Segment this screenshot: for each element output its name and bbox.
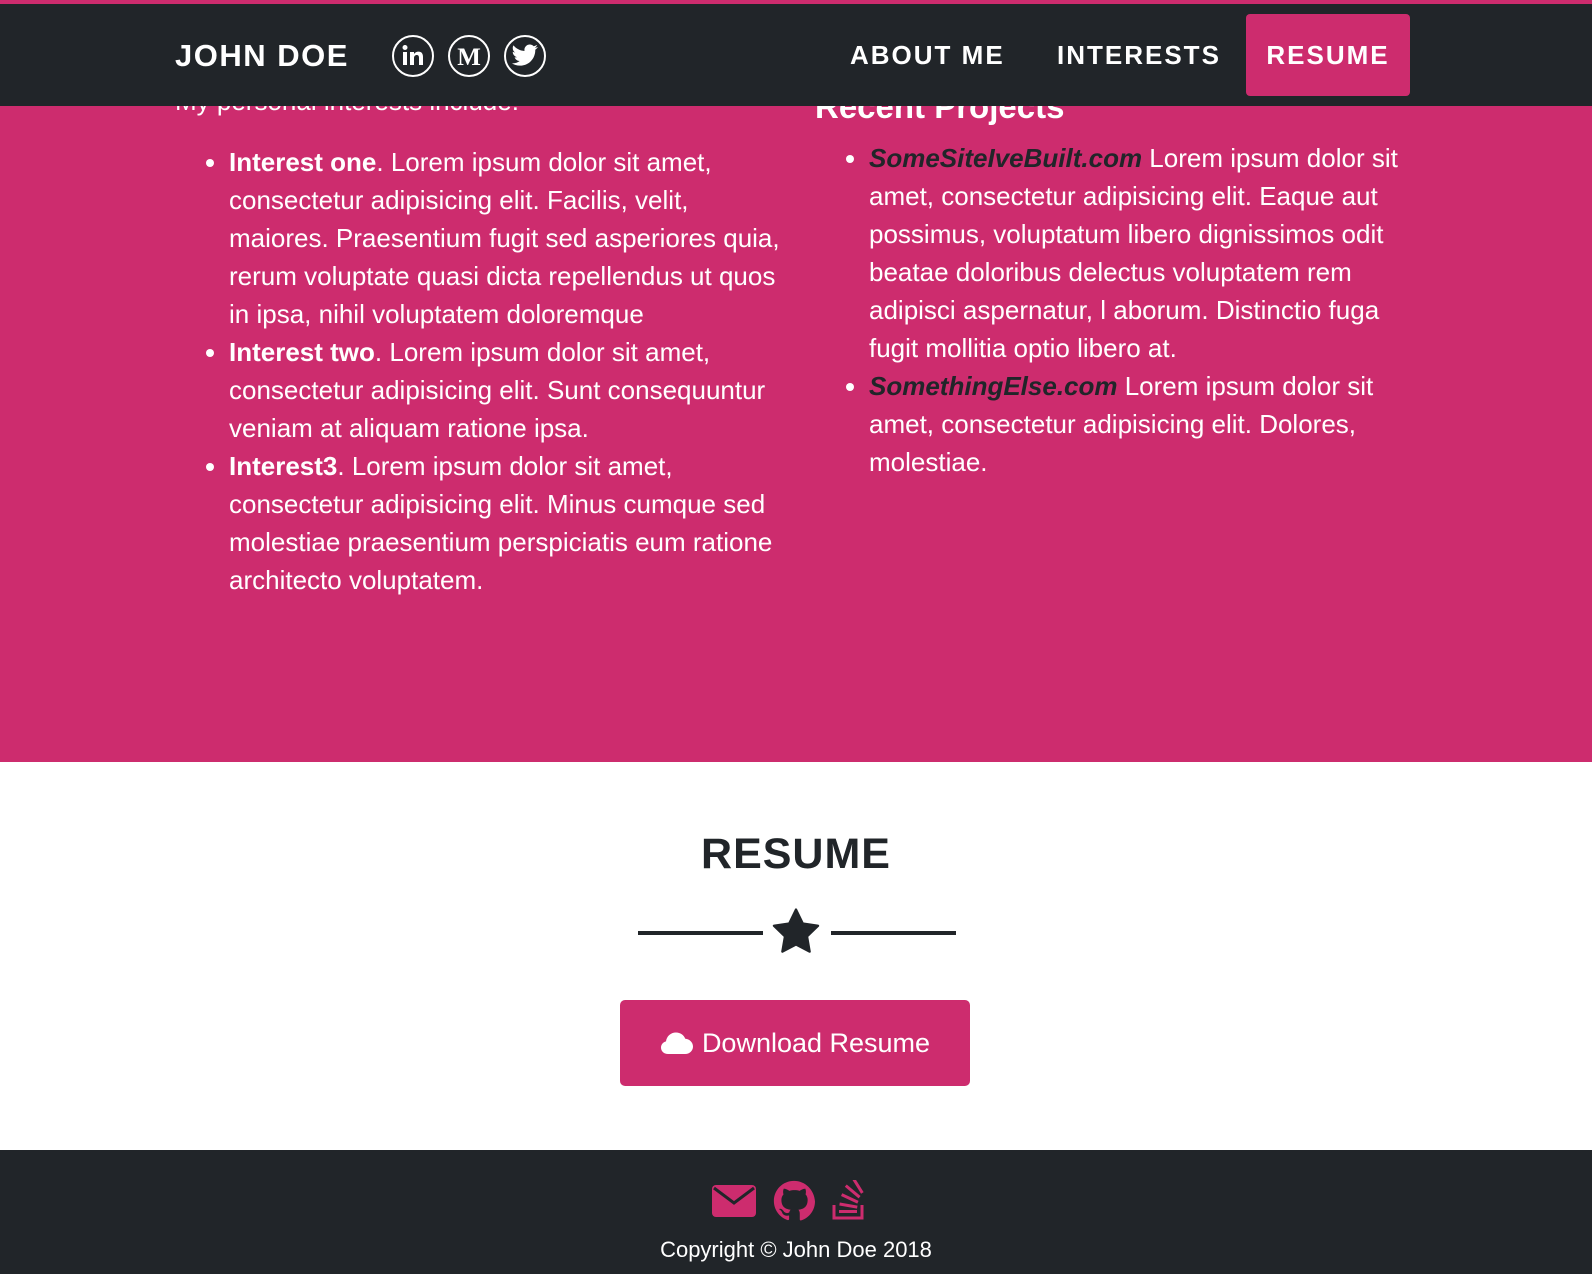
download-resume-button[interactable]: Download Resume (620, 1000, 970, 1086)
linkedin-icon[interactable] (392, 35, 434, 77)
divider-line-left (638, 931, 763, 935)
divider-line-right (831, 931, 956, 935)
resume-title: RESUME (701, 830, 891, 878)
interest-title: Interest3 (229, 451, 338, 481)
svg-text:M: M (457, 44, 481, 68)
medium-icon[interactable]: M (448, 35, 490, 77)
list-item: Interest3. Lorem ipsum dolor sit amet, c… (229, 447, 789, 599)
stack-overflow-icon[interactable] (832, 1176, 866, 1225)
nav-link-resume[interactable]: RESUME (1246, 14, 1410, 96)
nav-link-interests[interactable]: INTERESTS (1057, 40, 1221, 71)
download-resume-label: Download Resume (701, 1027, 931, 1058)
copyright-text: Copyright © John Doe 2018 (660, 1237, 932, 1262)
interest-title: Interest two (229, 337, 375, 367)
list-item: SomethingElse.com Lorem ipsum dolor sit … (869, 367, 1429, 481)
envelope-icon[interactable] (712, 1185, 756, 1222)
list-item: Interest two. Lorem ipsum dolor sit amet… (229, 333, 789, 447)
nav-link-about[interactable]: ABOUT ME (850, 40, 1005, 71)
interests-section: My personal interests include: Recent Pr… (0, 0, 1592, 762)
interest-title: Interest one (229, 147, 377, 177)
project-link[interactable]: SomeSiteIveBuilt.com (869, 143, 1142, 173)
github-icon[interactable] (773, 1180, 815, 1227)
star-icon (772, 908, 820, 953)
list-item: SomeSiteIveBuilt.com Lorem ipsum dolor s… (869, 139, 1429, 367)
navbar: JOHN DOE M ABOUT ME INTERESTS RESUME (0, 4, 1592, 106)
brand-logo[interactable]: JOHN DOE (175, 38, 349, 74)
list-item: Interest one. Lorem ipsum dolor sit amet… (229, 143, 789, 333)
cloud-icon (660, 1032, 693, 1054)
interests-list: Interest one. Lorem ipsum dolor sit amet… (229, 143, 789, 599)
project-link[interactable]: SomethingElse.com (869, 371, 1118, 401)
footer: Copyright © John Doe 2018 (0, 1150, 1592, 1274)
project-text: Lorem ipsum dolor sit amet, consectetur … (869, 143, 1398, 363)
projects-list: SomeSiteIveBuilt.com Lorem ipsum dolor s… (869, 139, 1429, 481)
twitter-icon[interactable] (504, 35, 546, 77)
